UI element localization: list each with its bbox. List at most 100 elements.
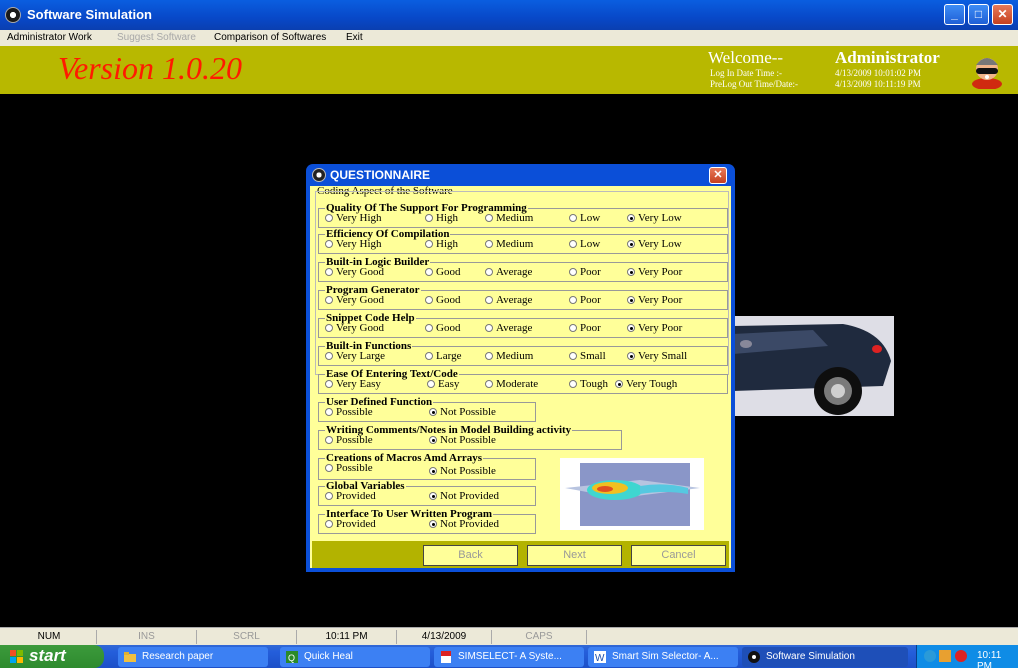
radio-option[interactable]: Very Tough [615, 378, 677, 390]
radio-icon[interactable] [485, 296, 493, 304]
radio-option[interactable]: Poor [569, 266, 601, 278]
radio-selected-icon[interactable] [429, 436, 437, 444]
radio-icon[interactable] [325, 464, 333, 472]
radio-option[interactable]: Average [485, 294, 532, 306]
radio-option[interactable]: Very Small [627, 350, 687, 362]
minimize-button[interactable]: _ [944, 4, 965, 25]
radio-selected-icon[interactable] [627, 324, 635, 332]
radio-icon[interactable] [569, 268, 577, 276]
radio-selected-icon[interactable] [615, 380, 623, 388]
radio-option[interactable]: Not Possible [429, 465, 496, 477]
radio-icon[interactable] [425, 268, 433, 276]
task-smart-sim-selector[interactable]: W Smart Sim Selector- A... [588, 647, 738, 667]
radio-option[interactable]: Medium [485, 350, 533, 362]
radio-option[interactable]: Not Possible [429, 434, 496, 446]
radio-option[interactable]: Very Easy [325, 378, 381, 390]
radio-selected-icon[interactable] [429, 467, 437, 475]
radio-icon[interactable] [325, 408, 333, 416]
radio-selected-icon[interactable] [627, 268, 635, 276]
radio-selected-icon[interactable] [429, 492, 437, 500]
radio-option[interactable]: Very Low [627, 238, 682, 250]
radio-option[interactable]: Easy [427, 378, 459, 390]
radio-icon[interactable] [325, 520, 333, 528]
radio-icon[interactable] [485, 324, 493, 332]
radio-selected-icon[interactable] [627, 352, 635, 360]
dialog-close-button[interactable]: ✕ [709, 167, 727, 184]
radio-option[interactable]: Small [569, 350, 606, 362]
radio-icon[interactable] [325, 214, 333, 222]
radio-option[interactable]: Not Provided [429, 490, 499, 502]
task-quick-heal[interactable]: Q Quick Heal [280, 647, 430, 667]
task-software-simulation[interactable]: Software Simulation [742, 647, 908, 667]
menu-exit[interactable]: Exit [346, 32, 363, 43]
radio-selected-icon[interactable] [429, 408, 437, 416]
radio-icon[interactable] [325, 380, 333, 388]
radio-option[interactable]: Tough [569, 378, 608, 390]
radio-selected-icon[interactable] [627, 214, 635, 222]
radio-icon[interactable] [485, 380, 493, 388]
radio-option[interactable]: Not Provided [429, 518, 499, 530]
radio-option[interactable]: Very Large [325, 350, 385, 362]
radio-option[interactable]: Good [425, 294, 460, 306]
radio-option[interactable]: Moderate [485, 378, 538, 390]
radio-option[interactable]: Average [485, 322, 532, 334]
radio-icon[interactable] [325, 268, 333, 276]
radio-icon[interactable] [569, 324, 577, 332]
menu-suggest-software[interactable]: Suggest Software [117, 32, 196, 43]
radio-selected-icon[interactable] [627, 240, 635, 248]
radio-option[interactable]: Very Good [325, 322, 384, 334]
cancel-button[interactable]: Cancel [631, 545, 726, 566]
radio-icon[interactable] [325, 240, 333, 248]
radio-option[interactable]: Very Good [325, 266, 384, 278]
radio-icon[interactable] [569, 214, 577, 222]
radio-option[interactable]: Average [485, 266, 532, 278]
radio-option[interactable]: Poor [569, 294, 601, 306]
back-button[interactable]: Back [423, 545, 518, 566]
radio-icon[interactable] [425, 240, 433, 248]
radio-icon[interactable] [325, 352, 333, 360]
radio-icon[interactable] [569, 296, 577, 304]
radio-option[interactable]: Large [425, 350, 461, 362]
radio-option[interactable]: Low [569, 212, 600, 224]
radio-icon[interactable] [325, 296, 333, 304]
radio-option[interactable]: Very Poor [627, 266, 682, 278]
radio-icon[interactable] [485, 214, 493, 222]
radio-option[interactable]: Very Poor [627, 294, 682, 306]
next-button[interactable]: Next [527, 545, 622, 566]
radio-option[interactable]: Good [425, 322, 460, 334]
radio-option[interactable]: Possible [325, 434, 373, 446]
maximize-button[interactable]: □ [968, 4, 989, 25]
radio-option[interactable]: Medium [485, 212, 533, 224]
radio-option[interactable]: Very High [325, 212, 382, 224]
radio-option[interactable]: High [425, 238, 458, 250]
radio-icon[interactable] [485, 240, 493, 248]
radio-icon[interactable] [325, 324, 333, 332]
radio-icon[interactable] [425, 324, 433, 332]
radio-selected-icon[interactable] [429, 520, 437, 528]
radio-option[interactable]: Very Good [325, 294, 384, 306]
radio-icon[interactable] [425, 352, 433, 360]
radio-option[interactable]: Not Possible [429, 406, 496, 418]
radio-icon[interactable] [569, 240, 577, 248]
radio-option[interactable]: Possible [325, 462, 373, 474]
radio-icon[interactable] [569, 380, 577, 388]
radio-option[interactable]: Medium [485, 238, 533, 250]
radio-icon[interactable] [425, 296, 433, 304]
task-research-paper[interactable]: Research paper [118, 647, 268, 667]
close-button[interactable]: ✕ [992, 4, 1013, 25]
task-simselect[interactable]: SIMSELECT- A Syste... [434, 647, 584, 667]
radio-option[interactable]: High [425, 212, 458, 224]
radio-icon[interactable] [485, 268, 493, 276]
radio-selected-icon[interactable] [627, 296, 635, 304]
radio-option[interactable]: Low [569, 238, 600, 250]
radio-option[interactable]: Very High [325, 238, 382, 250]
menu-administrator-work[interactable]: Administrator Work [7, 32, 92, 43]
radio-icon[interactable] [425, 214, 433, 222]
start-button[interactable]: start [0, 645, 104, 668]
radio-option[interactable]: Possible [325, 406, 373, 418]
radio-option[interactable]: Very Poor [627, 322, 682, 334]
radio-icon[interactable] [569, 352, 577, 360]
radio-icon[interactable] [325, 436, 333, 444]
radio-icon[interactable] [485, 352, 493, 360]
radio-option[interactable]: Good [425, 266, 460, 278]
